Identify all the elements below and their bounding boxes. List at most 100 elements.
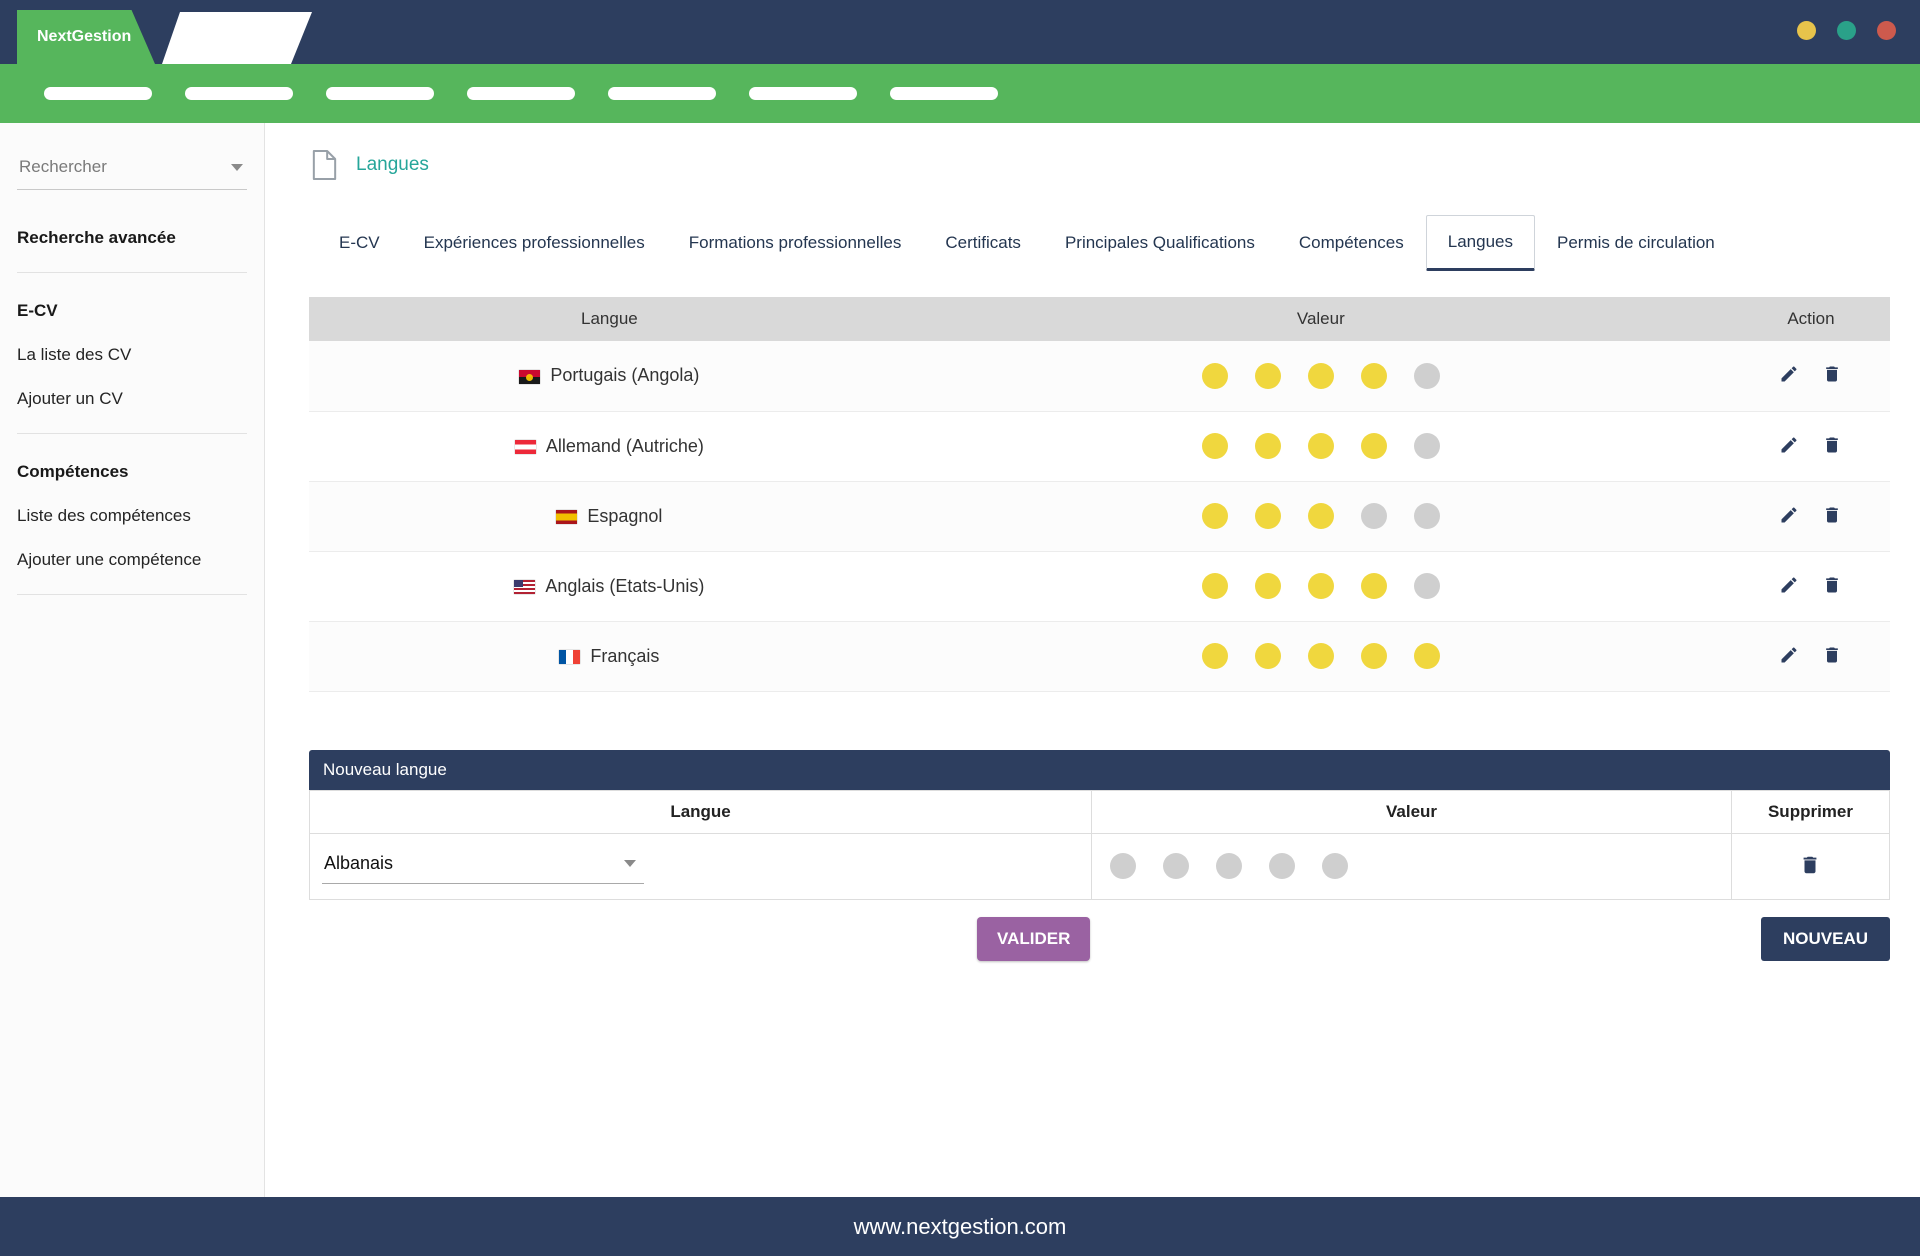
language-cell: Allemand (Autriche) (309, 411, 910, 481)
language-cell: Portugais (Angola) (309, 341, 910, 411)
tab-experiences-professionnelles[interactable]: Expériences professionnelles (402, 215, 667, 271)
chevron-down-icon (231, 164, 243, 171)
sidebar-item-advanced-search[interactable]: Recherche avancée (17, 228, 247, 248)
page-header: Langues (311, 149, 1890, 181)
language-select[interactable]: Albanais (322, 849, 644, 884)
nav-item-placeholder[interactable] (185, 87, 293, 100)
sidebar-item-add-cv[interactable]: Ajouter un CV (17, 389, 247, 409)
window-control-yellow-button[interactable] (1797, 21, 1816, 40)
rating-dot[interactable] (1163, 853, 1189, 879)
action-cell (1732, 411, 1890, 481)
new-language-panel: Nouveau langue Langue Valeur Supprimer (309, 750, 1890, 900)
panel-title: Nouveau langue (309, 750, 1890, 790)
actions-row: VALIDER NOUVEAU (309, 917, 1890, 963)
window-control-red-button[interactable] (1877, 21, 1896, 40)
rating-dots (1110, 853, 1348, 879)
tab-permis-de-circulation[interactable]: Permis de circulation (1535, 215, 1737, 271)
nav-item-placeholder[interactable] (467, 87, 575, 100)
rating-dot (1202, 363, 1228, 389)
column-header-supprimer: Supprimer (1731, 790, 1889, 833)
flag-austria-icon (515, 440, 536, 454)
new-language-table: Langue Valeur Supprimer Albanais (309, 790, 1890, 900)
brand-logo[interactable]: NextGestion (17, 10, 155, 64)
tab-formations-professionnelles[interactable]: Formations professionnelles (667, 215, 924, 271)
window-control-teal-button[interactable] (1837, 21, 1856, 40)
rating-dot (1255, 503, 1281, 529)
rating-dots (1202, 643, 1440, 669)
delete-new-language-button[interactable] (1799, 854, 1821, 879)
rating-dot[interactable] (1269, 853, 1295, 879)
delete-language-button[interactable] (1822, 505, 1842, 528)
nouveau-button[interactable]: NOUVEAU (1761, 917, 1890, 961)
rating-dot (1361, 573, 1387, 599)
language-cell: Espagnol (309, 481, 910, 551)
search-select[interactable]: Rechercher (17, 153, 247, 190)
language-row: Anglais (Etats-Unis) (309, 551, 1890, 621)
rating-dot[interactable] (1110, 853, 1136, 879)
delete-language-button[interactable] (1822, 575, 1842, 598)
edit-language-button[interactable] (1779, 435, 1799, 458)
rating-dot (1361, 433, 1387, 459)
value-cell (910, 621, 1732, 691)
tab-certificats[interactable]: Certificats (923, 215, 1043, 271)
language-name: Anglais (Etats-Unis) (545, 576, 704, 596)
languages-table: Langue Valeur Action Portugais (Angola) (309, 297, 1890, 692)
delete-language-button[interactable] (1822, 435, 1842, 458)
nav-item-placeholder[interactable] (890, 87, 998, 100)
tab-ecv[interactable]: E-CV (317, 215, 402, 271)
rating-dot[interactable] (1322, 853, 1348, 879)
rating-dot (1361, 363, 1387, 389)
chevron-down-icon (624, 860, 636, 867)
tab-principales-qualifications[interactable]: Principales Qualifications (1043, 215, 1277, 271)
table-header-row: Langue Valeur Action (309, 297, 1890, 341)
flag-usa-icon (514, 580, 535, 594)
rating-dot (1308, 433, 1334, 459)
language-select-value: Albanais (324, 853, 393, 874)
nav-item-placeholder[interactable] (749, 87, 857, 100)
rating-dot[interactable] (1216, 853, 1242, 879)
sidebar-item-cv-list[interactable]: La liste des CV (17, 345, 247, 365)
rating-dot (1202, 433, 1228, 459)
action-cell (1732, 551, 1890, 621)
value-cell (910, 551, 1732, 621)
rating-dots (1202, 503, 1440, 529)
new-value-cell (1092, 833, 1732, 899)
valider-button[interactable]: VALIDER (977, 917, 1090, 961)
new-language-row: Albanais (310, 833, 1890, 899)
footer-website: www.nextgestion.com (854, 1214, 1067, 1240)
sidebar-divider (17, 433, 247, 434)
column-header-valeur: Valeur (910, 297, 1732, 341)
sidebar: Rechercher Recherche avancée E-CV La lis… (0, 123, 265, 1197)
language-name: Espagnol (587, 506, 662, 526)
value-cell (910, 411, 1732, 481)
tab-placeholder[interactable] (162, 12, 312, 64)
rating-dot (1308, 503, 1334, 529)
sidebar-item-competences-list[interactable]: Liste des compétences (17, 506, 247, 526)
nav-item-placeholder[interactable] (608, 87, 716, 100)
new-language-cell: Albanais (310, 833, 1092, 899)
search-placeholder: Rechercher (19, 157, 107, 177)
language-row: Portugais (Angola) (309, 341, 1890, 411)
edit-language-button[interactable] (1779, 575, 1799, 598)
delete-language-button[interactable] (1822, 645, 1842, 668)
edit-language-button[interactable] (1779, 645, 1799, 668)
edit-language-button[interactable] (1779, 364, 1799, 387)
rating-dot (1414, 503, 1440, 529)
app-window: NextGestion Rechercher Recherche avancée… (0, 0, 1920, 1256)
window-controls (1797, 21, 1896, 40)
delete-language-button[interactable] (1822, 364, 1842, 387)
action-cell (1732, 481, 1890, 551)
tab-langues[interactable]: Langues (1426, 215, 1535, 271)
flag-spain-icon (556, 510, 577, 524)
nav-item-placeholder[interactable] (44, 87, 152, 100)
language-cell: Français (309, 621, 910, 691)
rating-dot (1255, 363, 1281, 389)
nav-item-placeholder[interactable] (326, 87, 434, 100)
action-cell (1732, 341, 1890, 411)
edit-language-button[interactable] (1779, 505, 1799, 528)
sidebar-item-add-competence[interactable]: Ajouter une compétence (17, 550, 247, 570)
rating-dot (1414, 573, 1440, 599)
rating-dot (1361, 643, 1387, 669)
tab-competences[interactable]: Compétences (1277, 215, 1426, 271)
language-name: Allemand (Autriche) (546, 436, 704, 456)
